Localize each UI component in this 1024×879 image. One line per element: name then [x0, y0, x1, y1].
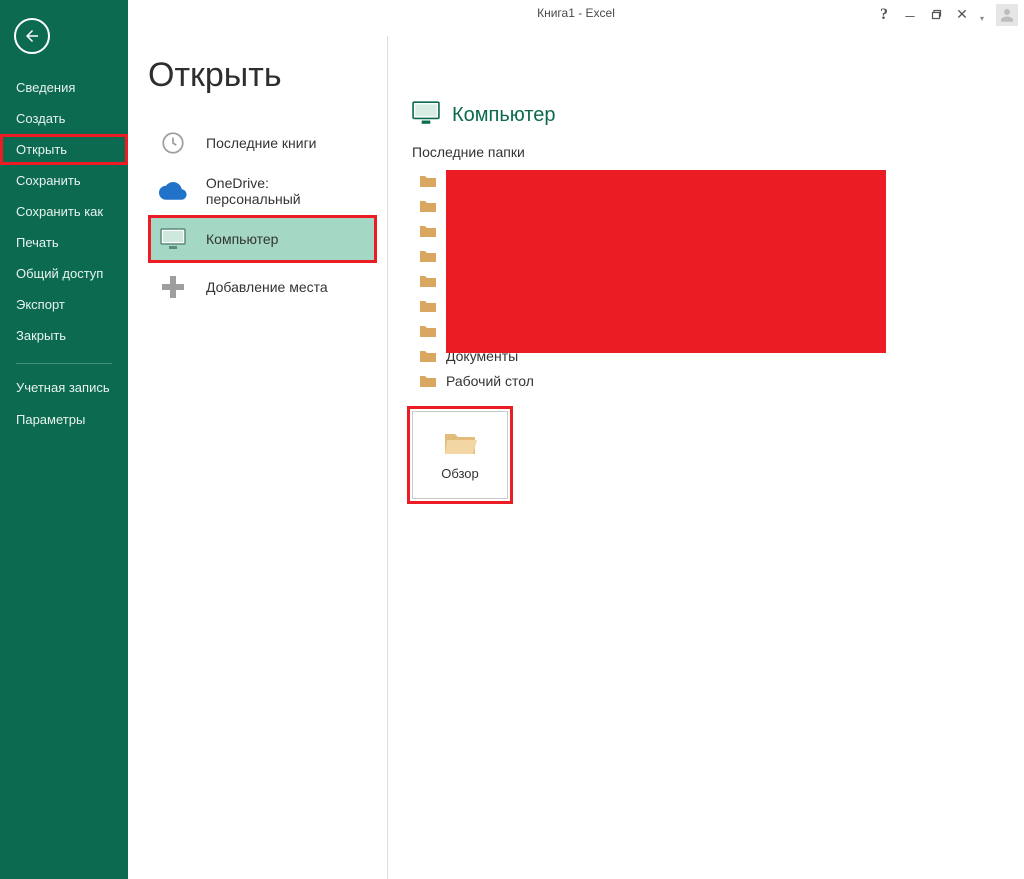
- redacted-block: [446, 170, 886, 353]
- window-controls: ? – ✕ ▾: [874, 4, 1018, 26]
- user-avatar[interactable]: [996, 4, 1018, 26]
- folder-icon: [420, 225, 436, 237]
- sidebar-item-save[interactable]: Сохранить: [0, 165, 128, 196]
- sidebar-item-print[interactable]: Печать: [0, 227, 128, 258]
- sidebar-item-export[interactable]: Экспорт: [0, 289, 128, 320]
- sidebar-item-share[interactable]: Общий доступ: [0, 258, 128, 289]
- open-places-column: Открыть Последние книги OneDrive: персон…: [128, 36, 388, 879]
- folder-icon: [420, 350, 436, 362]
- folder-icon: [420, 250, 436, 262]
- sidebar-item-new[interactable]: Создать: [0, 103, 128, 134]
- main-area: Книга1 - Excel ? – ✕ ▾ Открыть: [128, 0, 1024, 879]
- folder-icon: [420, 325, 436, 337]
- ribbon-display-caret[interactable]: ▾: [978, 5, 986, 25]
- help-button[interactable]: ?: [874, 5, 894, 25]
- minimize-button[interactable]: –: [900, 5, 920, 25]
- folder-icon: [420, 375, 436, 387]
- recent-folders-list: Документы Рабочий стол: [418, 168, 994, 393]
- details-header: Компьютер: [412, 101, 994, 130]
- place-recent[interactable]: Последние книги: [148, 119, 377, 167]
- place-add[interactable]: Добавление места: [148, 263, 377, 311]
- folder-open-icon: [443, 430, 477, 456]
- details-title: Компьютер: [452, 104, 556, 127]
- browse-label: Обзор: [441, 466, 479, 481]
- computer-icon: [158, 228, 188, 250]
- window-title: Книга1 - Excel: [537, 6, 615, 20]
- sidebar-item-close[interactable]: Закрыть: [0, 320, 128, 351]
- title-bar: Книга1 - Excel ? – ✕ ▾: [128, 0, 1024, 36]
- computer-icon: [412, 101, 440, 130]
- back-button[interactable]: [14, 18, 50, 54]
- place-computer[interactable]: Компьютер: [148, 215, 377, 263]
- restore-icon: [930, 9, 942, 21]
- clock-icon: [158, 130, 188, 156]
- folder-icon: [420, 275, 436, 287]
- recent-folders-label: Последние папки: [412, 144, 994, 160]
- arrow-left-icon: [23, 27, 41, 45]
- folder-row-desktop[interactable]: Рабочий стол: [418, 368, 994, 393]
- sidebar-item-account[interactable]: Учетная запись: [0, 372, 128, 404]
- person-icon: [998, 6, 1016, 24]
- close-button[interactable]: ✕: [952, 5, 972, 25]
- sidebar-item-open[interactable]: Открыть: [0, 134, 128, 165]
- sidebar-item-saveas[interactable]: Сохранить как: [0, 196, 128, 227]
- open-details-column: Компьютер Последние папки Документы Рабо…: [388, 36, 1024, 879]
- restore-button[interactable]: [926, 5, 946, 25]
- place-add-label: Добавление места: [206, 279, 328, 295]
- browse-button[interactable]: Обзор: [412, 411, 508, 499]
- folder-icon: [420, 300, 436, 312]
- sidebar-item-info[interactable]: Сведения: [0, 72, 128, 103]
- place-onedrive[interactable]: OneDrive: персональный: [148, 167, 377, 215]
- place-recent-label: Последние книги: [206, 135, 317, 151]
- folder-icon: [420, 175, 436, 187]
- sidebar-separator: [16, 363, 112, 364]
- cloud-icon: [158, 182, 188, 200]
- page-title: Открыть: [148, 56, 377, 95]
- folder-icon: [420, 200, 436, 212]
- backstage-sidebar: Сведения Создать Открыть Сохранить Сохра…: [0, 0, 128, 879]
- sidebar-item-options[interactable]: Параметры: [0, 404, 128, 435]
- place-onedrive-label: OneDrive: персональный: [206, 175, 367, 207]
- plus-icon: [158, 276, 188, 298]
- place-computer-label: Компьютер: [206, 231, 278, 247]
